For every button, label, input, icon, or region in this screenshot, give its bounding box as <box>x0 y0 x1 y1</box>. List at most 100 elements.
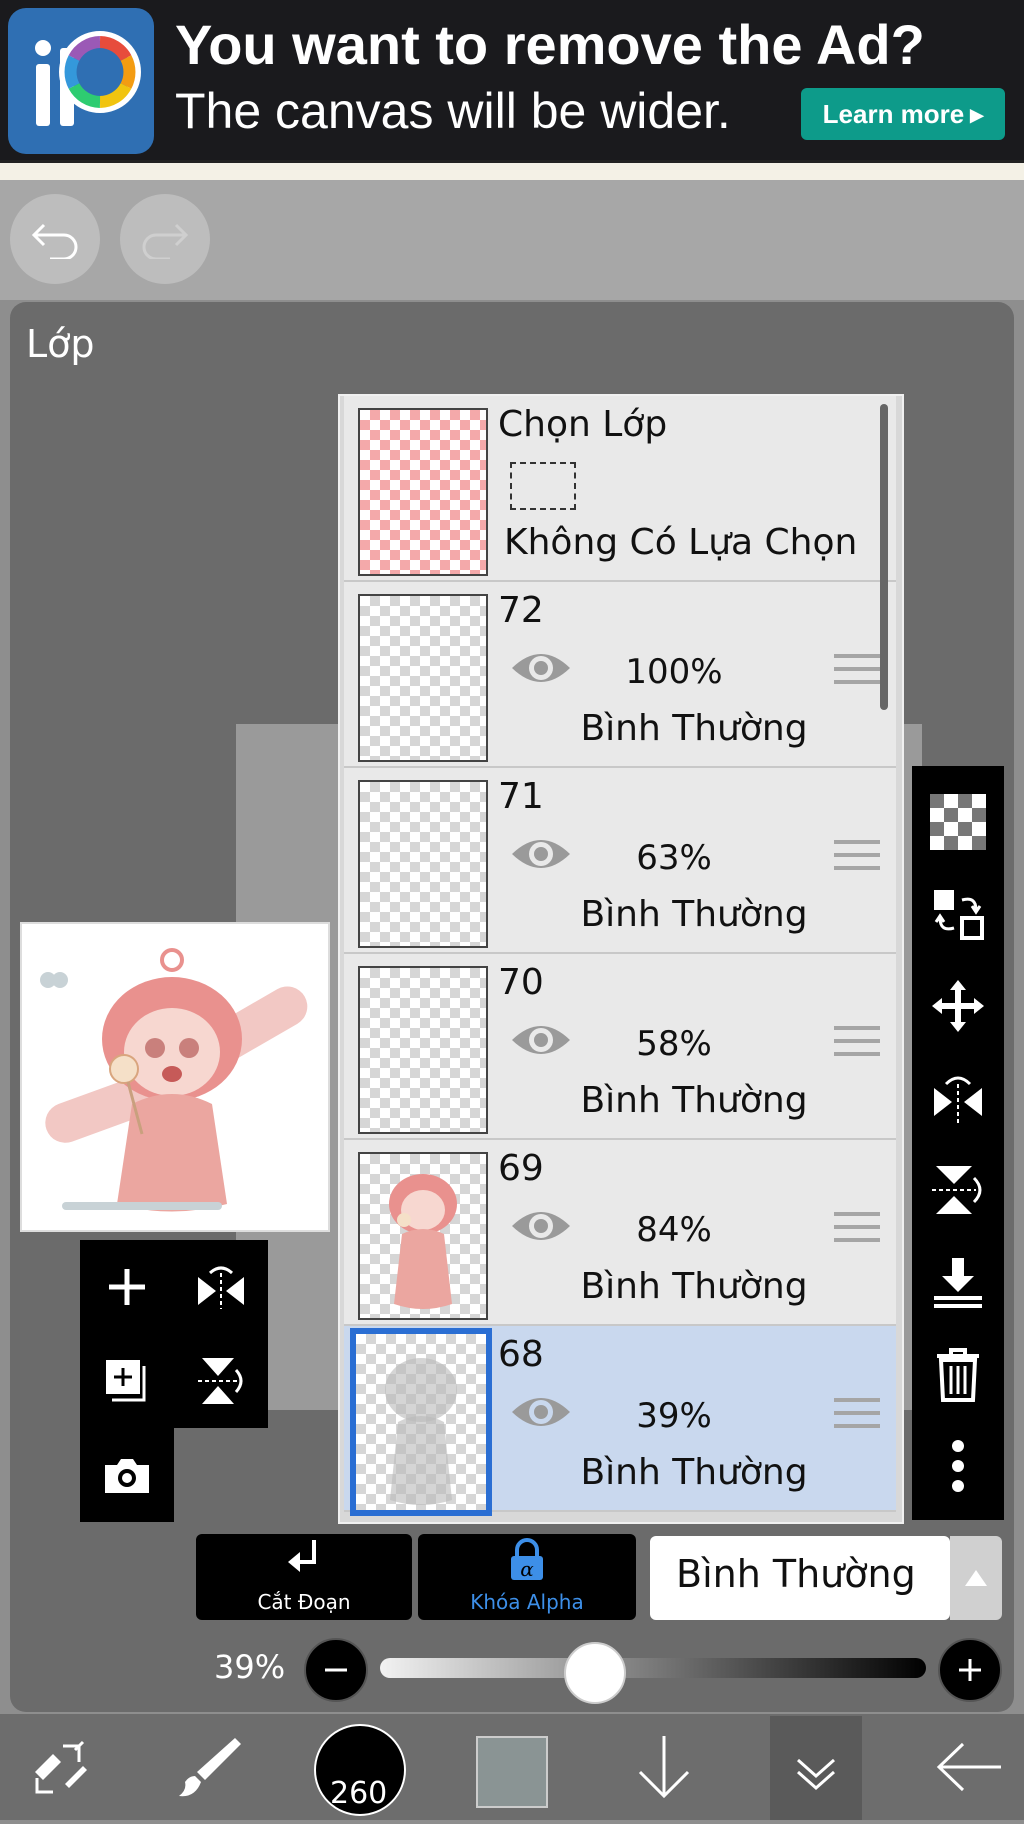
drag-handle-icon[interactable] <box>834 654 880 694</box>
layer-thumbnail <box>358 1152 488 1320</box>
layer-row[interactable]: 70 58% Bình Thường <box>344 954 896 1140</box>
flip-vertical-icon <box>932 1166 982 1214</box>
arrow-down-icon <box>638 1736 690 1799</box>
undo-icon <box>31 223 78 259</box>
ad-title: You want to remove the Ad? <box>175 13 925 76</box>
redo-button[interactable] <box>120 194 210 284</box>
ad-subtitle: The canvas will be wider. <box>175 83 731 139</box>
merge-down-button[interactable] <box>912 1236 1004 1328</box>
blend-mode-value: Bình Thường <box>676 1552 916 1596</box>
layer-name: 70 <box>498 962 544 1003</box>
triangle-up-icon <box>965 1570 987 1586</box>
back-button[interactable] <box>920 1714 1020 1820</box>
move-button[interactable] <box>912 960 1004 1052</box>
visibility-eye-icon[interactable] <box>510 832 572 876</box>
layer-list-scrollbar[interactable] <box>880 404 888 710</box>
flip-vertical-icon <box>198 1358 243 1404</box>
clipping-arrow-icon <box>288 1540 316 1572</box>
visibility-eye-icon[interactable] <box>510 1390 572 1434</box>
play-arrow-icon: ▸ <box>970 98 984 129</box>
layer-thumbnail <box>358 966 488 1134</box>
flip-v-button[interactable] <box>912 1144 1004 1236</box>
duplicate-layer-button[interactable] <box>80 1334 174 1428</box>
layer-blend-mode: Bình Thường <box>580 1080 808 1121</box>
chevron-double-down-icon <box>797 1758 835 1791</box>
color-swatch[interactable] <box>476 1736 548 1808</box>
app-logo <box>8 8 154 154</box>
camera-icon <box>105 1459 149 1493</box>
undo-button[interactable] <box>10 194 100 284</box>
delete-layer-button[interactable] <box>912 1328 1004 1420</box>
opacity-slider-track[interactable] <box>380 1658 926 1678</box>
visibility-eye-icon[interactable] <box>510 1204 572 1248</box>
drag-handle-icon[interactable] <box>834 840 880 880</box>
camera-button[interactable] <box>80 1428 174 1522</box>
layer-blend-mode: Bình Thường <box>580 1266 808 1307</box>
move-down-button[interactable] <box>614 1714 714 1820</box>
drag-handle-icon[interactable] <box>834 1398 880 1438</box>
layer-blend-mode: Bình Thường <box>580 708 808 749</box>
clipping-label: Cắt Đoạn <box>257 1590 351 1614</box>
learn-more-label: Learn more <box>822 98 965 129</box>
opacity-decrease-button[interactable] <box>304 1638 368 1702</box>
redo-icon <box>142 223 189 259</box>
layer-name: 71 <box>498 776 544 817</box>
transparency-button[interactable] <box>912 776 1004 868</box>
minus-icon <box>325 1668 347 1672</box>
alpha-lock-label: Khóa Alpha <box>470 1590 584 1614</box>
layer-row[interactable]: 69 84% Bình Thường <box>344 1140 896 1326</box>
drag-handle-icon[interactable] <box>834 1026 880 1066</box>
layer-thumbnail <box>358 594 488 762</box>
layer-panel-toggle-button[interactable] <box>770 1716 862 1820</box>
swap-layer-button[interactable] <box>912 868 1004 960</box>
layer-row-selected[interactable]: 68 39% Bình Thường <box>344 1326 896 1516</box>
alpha-lock-button[interactable]: α Khóa Alpha <box>418 1534 636 1620</box>
selection-layer-name: Chọn Lớp <box>498 404 668 445</box>
layer-thumbnail <box>358 780 488 948</box>
layer-blend-mode: Bình Thường <box>580 894 808 935</box>
canvas-preview <box>20 922 330 1232</box>
layer-row[interactable]: 71 63% Bình Thường <box>344 768 896 954</box>
transform-tool-button[interactable] <box>10 1714 110 1820</box>
more-vertical-icon <box>952 1440 964 1492</box>
right-toolbar <box>912 766 1004 1520</box>
layer-opacity: 100% <box>625 652 723 692</box>
visibility-eye-icon[interactable] <box>510 646 572 690</box>
layer-row[interactable]: 72 100% Bình Thường <box>344 582 896 768</box>
opacity-increase-button[interactable] <box>938 1638 1002 1702</box>
move-icon <box>932 980 984 1032</box>
visibility-eye-icon[interactable] <box>510 1018 572 1062</box>
drag-handle-icon[interactable] <box>834 1212 880 1252</box>
learn-more-button[interactable]: Learn more ▸ <box>801 88 1005 140</box>
flip-h-button[interactable] <box>912 1052 1004 1144</box>
checkerboard-icon <box>930 794 986 850</box>
selection-layer-thumbnail <box>358 408 488 576</box>
brush-tool-button[interactable] <box>160 1714 260 1820</box>
layer-thumbnail <box>350 1328 492 1516</box>
panel-title: Lớp <box>26 322 95 366</box>
more-options-button[interactable] <box>912 1420 1004 1512</box>
flip-horizontal-icon <box>934 1076 982 1124</box>
duplicate-icon <box>106 1360 146 1402</box>
opacity-slider-knob[interactable] <box>563 1642 626 1704</box>
flip-vertical-button[interactable] <box>174 1334 268 1428</box>
blend-mode-dropdown[interactable] <box>950 1536 1002 1620</box>
trash-icon <box>937 1348 979 1402</box>
selection-status: Không Có Lựa Chọn <box>504 522 858 563</box>
selection-layer-row[interactable]: Chọn Lớp Không Có Lựa Chọn <box>344 396 896 582</box>
flip-horizontal-button[interactable] <box>174 1240 268 1334</box>
layer-list[interactable]: Chọn Lớp Không Có Lựa Chọn 72 100% Bình … <box>338 394 904 1524</box>
clipping-button[interactable]: Cắt Đoạn <box>196 1534 412 1620</box>
brush-icon <box>179 1738 241 1797</box>
layer-blend-mode: Bình Thường <box>580 1452 808 1493</box>
layer-opacity: 63% <box>636 838 712 878</box>
merge-down-icon <box>934 1258 982 1308</box>
selection-marquee-icon <box>510 462 576 510</box>
svg-text:α: α <box>520 1557 534 1581</box>
add-layer-button[interactable] <box>80 1240 174 1334</box>
opacity-value: 39% <box>214 1648 286 1686</box>
layer-name: 69 <box>498 1148 544 1189</box>
layer-opacity: 39% <box>636 1396 712 1436</box>
layer-opacity: 84% <box>636 1210 712 1250</box>
arrow-left-icon <box>936 1742 1001 1792</box>
